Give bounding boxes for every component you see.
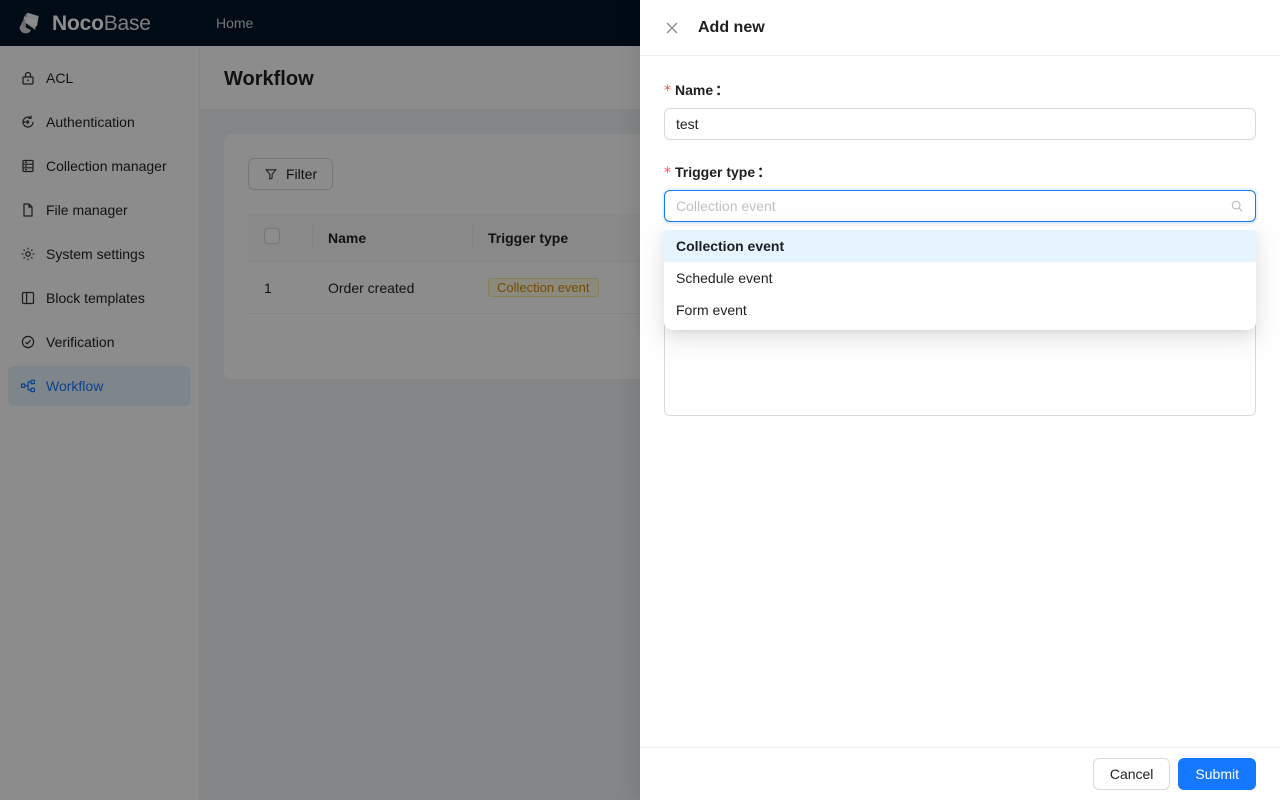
submit-button[interactable]: Submit [1178, 758, 1256, 790]
field-trigger-type-colon: ： [757, 164, 772, 180]
dropdown-option-collection-event[interactable]: Collection event [664, 230, 1256, 262]
trigger-type-select[interactable]: Collection event [664, 190, 1256, 222]
close-icon[interactable] [664, 20, 680, 36]
drawer-footer: Cancel Submit [640, 747, 1280, 800]
field-name-colon: ： [715, 82, 730, 98]
required-asterisk: * [664, 83, 671, 99]
trigger-type-placeholder: Collection event [676, 198, 776, 214]
field-trigger-type-label-text: Trigger type [675, 164, 756, 180]
field-trigger-type-label: * Trigger type： [664, 162, 1256, 182]
add-new-drawer: Add new *Name： *Trigger type： Collection… [640, 0, 1280, 800]
drawer-header: Add new [640, 0, 1280, 56]
field-name-label-text: Name [675, 82, 714, 98]
field-name: * Name： [664, 80, 1256, 140]
field-trigger-type: * Trigger type： Collection event Collecti… [664, 162, 1256, 330]
cancel-button[interactable]: Cancel [1092, 758, 1171, 790]
search-icon [1231, 200, 1243, 212]
trigger-type-dropdown: Collection event Schedule event Form eve… [664, 226, 1256, 330]
dropdown-option-form-event[interactable]: Form event [664, 294, 1256, 326]
drawer-title: Add new [698, 18, 765, 36]
field-name-label: * Name： [664, 80, 1256, 100]
drawer-body: *Name： *Trigger type： Collection event C… [640, 56, 1280, 747]
name-input[interactable] [664, 108, 1256, 140]
dropdown-option-schedule-event[interactable]: Schedule event [664, 262, 1256, 294]
required-asterisk: * [664, 165, 671, 181]
